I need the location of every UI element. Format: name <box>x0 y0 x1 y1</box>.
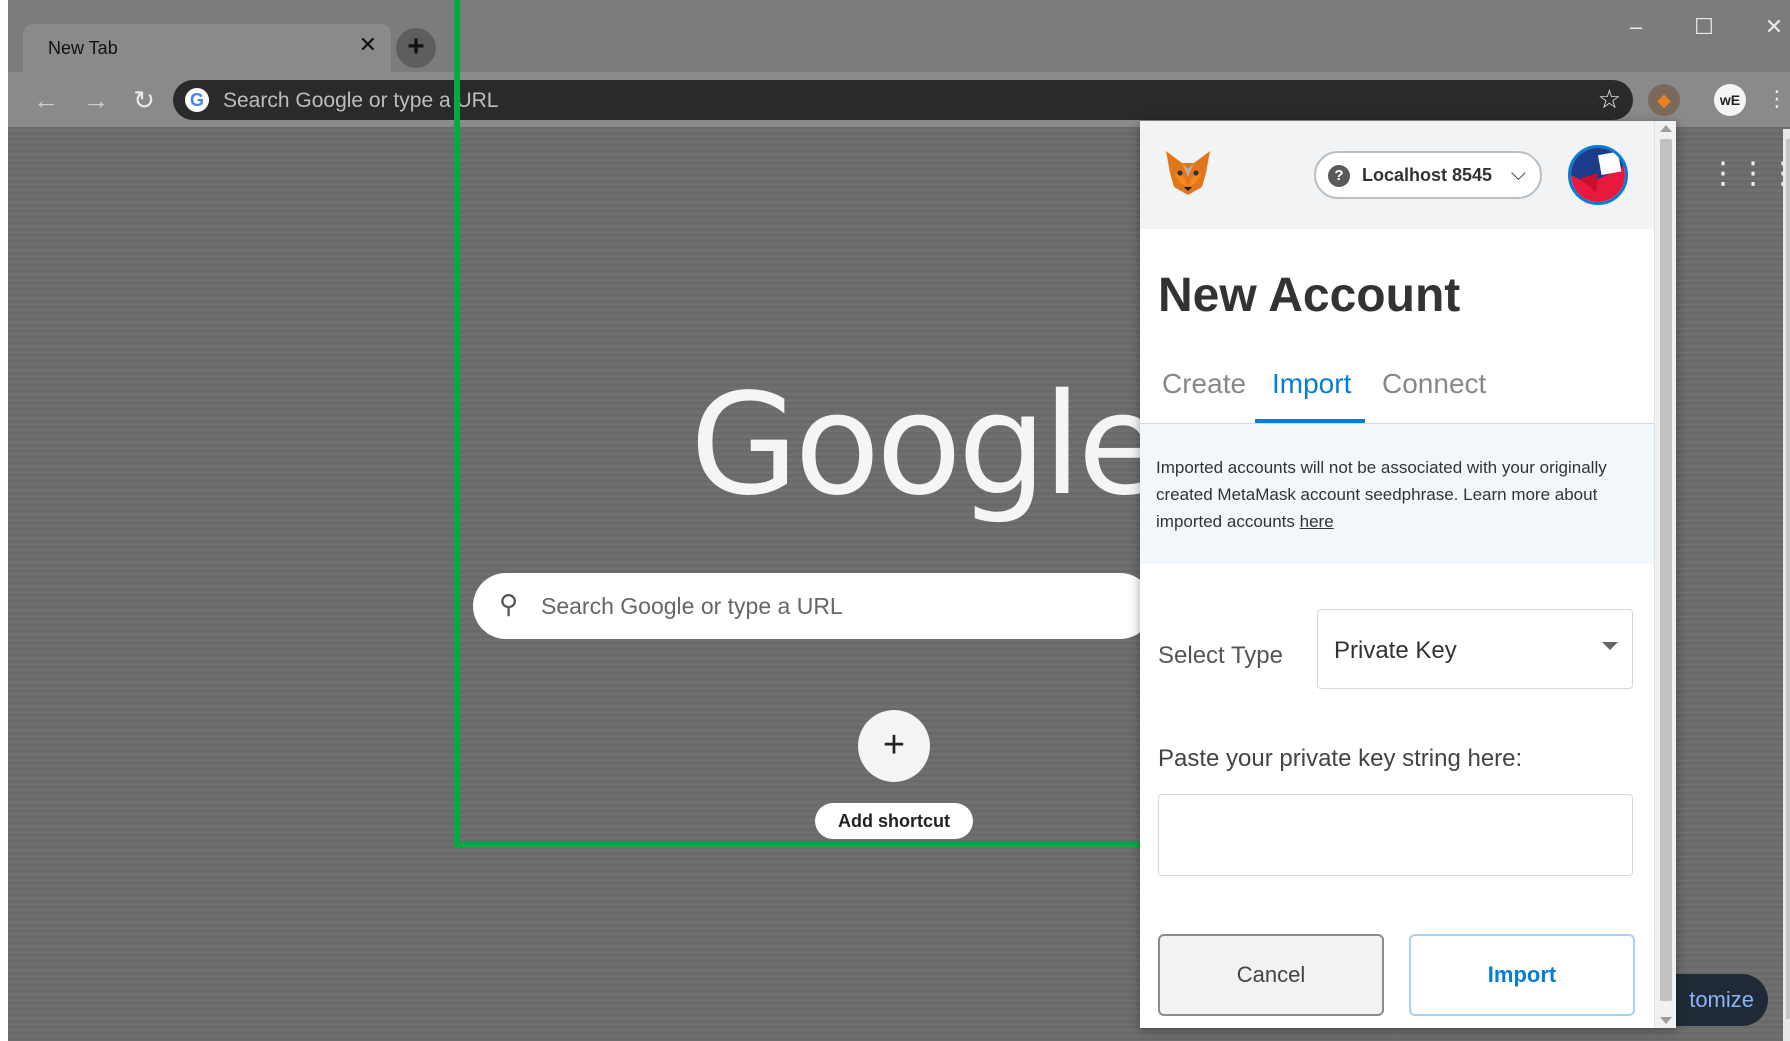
notice-here-link[interactable]: here <box>1300 512 1334 531</box>
tab-title: New Tab <box>48 38 118 58</box>
tab-close-icon[interactable]: ✕ <box>359 34 377 56</box>
title-bar: New Tab ✕ + – ☐ ✕ <box>8 0 1790 72</box>
scroll-up-arrow-icon[interactable] <box>1660 125 1672 132</box>
private-key-input[interactable] <box>1158 794 1633 876</box>
omnibox[interactable]: G Search Google or type a URL ☆ <box>173 80 1633 120</box>
back-arrow-icon[interactable]: ← <box>28 82 64 118</box>
metamask-fox-logo-icon <box>1166 151 1210 195</box>
metamask-popup: ? Localhost 8545 ⌵ New Account Create Im… <box>1140 121 1676 1028</box>
metamask-header: ? Localhost 8545 ⌵ <box>1140 121 1654 229</box>
add-shortcut-button[interactable]: + <box>858 710 930 782</box>
network-label: Localhost 8545 <box>1362 165 1493 185</box>
question-circle-icon: ? <box>1328 165 1350 187</box>
forward-arrow-icon[interactable]: → <box>78 82 114 118</box>
search-icon: ⚲ <box>499 589 519 619</box>
private-key-label: Paste your private key string here: <box>1158 745 1523 772</box>
add-shortcut-label[interactable]: Add shortcut <box>815 803 973 839</box>
window-close-icon[interactable]: ✕ <box>1756 12 1790 42</box>
notice-body: Imported accounts will not be associated… <box>1156 458 1607 531</box>
tab-connect[interactable]: Connect <box>1382 368 1486 400</box>
apps-grid-icon[interactable]: ⋮⋮⋮ <box>1708 159 1790 189</box>
browser-toolbar: ← → ↻ G Search Google or type a URL ☆ ◆ … <box>8 72 1790 128</box>
minimize-icon[interactable]: – <box>1618 12 1654 42</box>
page-scroll-thumb[interactable] <box>1786 139 1790 1019</box>
type-select-dropdown[interactable]: Private Key <box>1317 609 1633 689</box>
metamask-extension-icon[interactable]: ◆ <box>1648 84 1680 116</box>
account-avatar[interactable] <box>1568 145 1628 205</box>
select-type-label: Select Type <box>1158 642 1283 669</box>
google-g-icon: G <box>185 88 209 112</box>
network-selector[interactable]: ? Localhost 8545 ⌵ <box>1314 151 1542 199</box>
kebab-menu-icon[interactable]: ⋮ <box>1766 84 1788 116</box>
google-logo: Google <box>690 364 1164 527</box>
chevron-down-icon: ⌵ <box>1510 163 1526 185</box>
omnibox-placeholder: Search Google or type a URL <box>223 89 499 112</box>
bookmark-star-icon[interactable]: ☆ <box>1598 84 1621 115</box>
new-tab-button[interactable]: + <box>396 28 436 68</box>
scroll-down-arrow-icon[interactable] <box>1660 1017 1672 1024</box>
import-button[interactable]: Import <box>1409 934 1635 1016</box>
maximize-icon[interactable]: ☐ <box>1686 12 1722 42</box>
page-scrollbar[interactable] <box>1783 129 1790 1041</box>
tab-new-tab[interactable]: New Tab ✕ <box>23 24 391 72</box>
tab-create[interactable]: Create <box>1162 368 1246 400</box>
caret-down-icon <box>1602 642 1618 650</box>
we-extension-icon[interactable]: wE <box>1714 84 1746 116</box>
cancel-button[interactable]: Cancel <box>1158 934 1384 1016</box>
tab-import[interactable]: Import <box>1272 368 1351 400</box>
import-notice: Imported accounts will not be associated… <box>1140 424 1654 564</box>
popup-scroll-thumb[interactable] <box>1660 139 1672 1001</box>
popup-scrollbar[interactable] <box>1654 121 1676 1028</box>
avatar-jazzicon-icon <box>1571 148 1625 202</box>
ntp-search-placeholder: Search Google or type a URL <box>541 593 843 619</box>
page-title: New Account <box>1158 269 1461 322</box>
type-select-value: Private Key <box>1334 637 1457 664</box>
notice-text: Imported accounts will not be associated… <box>1156 454 1636 535</box>
ntp-search-box[interactable]: ⚲ Search Google or type a URL <box>473 573 1153 639</box>
reload-icon[interactable]: ↻ <box>126 82 162 118</box>
